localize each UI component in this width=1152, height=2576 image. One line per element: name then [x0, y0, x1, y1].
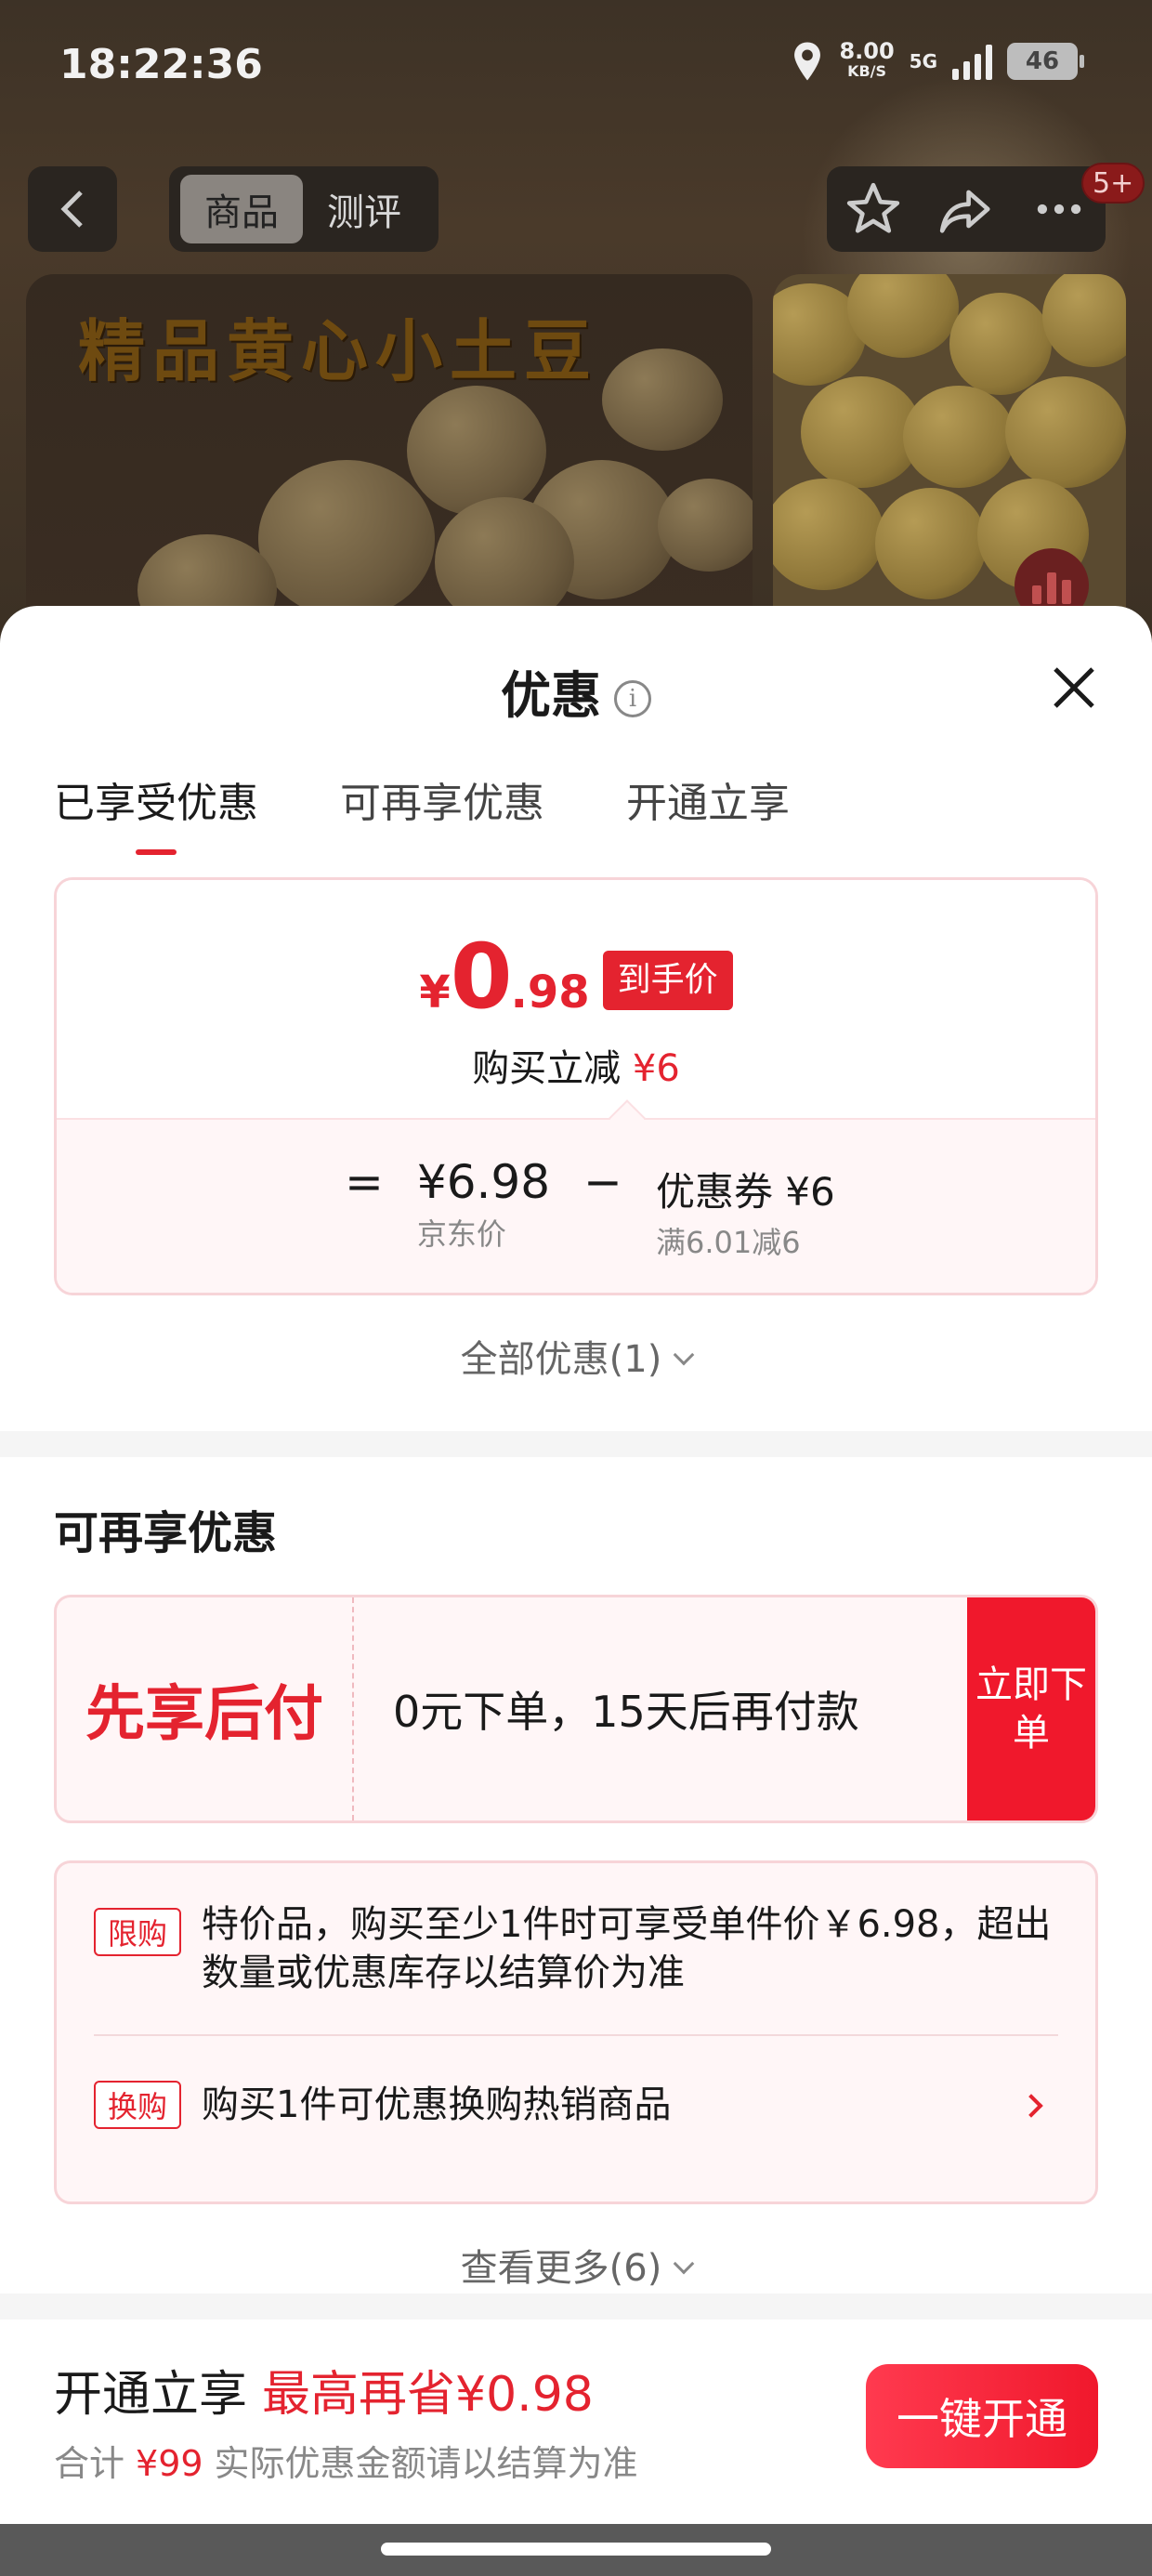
- tab-product[interactable]: 商品: [180, 175, 303, 243]
- status-bar: 18:22:36 8.00 KB/S 5G 46: [0, 0, 1152, 139]
- star-icon[interactable]: [844, 180, 902, 238]
- promo-list: 限购 特价品，购买至少1件时可享受单件价￥6.98，超出数量或优惠库存以结算价为…: [54, 1860, 1098, 2204]
- equals-sign: =: [345, 1155, 384, 1209]
- buy-now-pay-later-card: 先享后付 0元下单，15天后再付款 立即下单: [54, 1595, 1098, 1823]
- more-icon[interactable]: [1030, 180, 1088, 238]
- tab-activate[interactable]: 开通立享: [626, 769, 790, 844]
- see-more-toggle[interactable]: 查看更多(6): [0, 2238, 1152, 2292]
- footer-title: 开通立享 最高再省¥0.98: [54, 2367, 594, 2423]
- activate-footer: 开通立享 最高再省¥0.98 合计 ¥99 实际优惠金额请以结算为准 一键开通: [0, 2320, 1152, 2487]
- section-divider: [0, 1431, 1152, 1457]
- back-button[interactable]: [28, 166, 117, 252]
- tab-more-available[interactable]: 可再享优惠: [340, 769, 544, 844]
- product-tab-switch: 商品 测评: [169, 166, 439, 252]
- banner-title: 精品黄心小土豆: [78, 311, 599, 390]
- promo-tag-limit: 限购: [94, 1908, 181, 1956]
- home-indicator[interactable]: [0, 2524, 1152, 2576]
- share-icon[interactable]: [937, 180, 995, 238]
- final-price-summary: ¥0.98 到手价 购买立减 ¥6: [57, 880, 1095, 1118]
- more-discounts-title: 可再享优惠: [54, 1507, 278, 1559]
- chevron-right-icon: [1019, 2094, 1043, 2118]
- location-icon: [794, 42, 821, 81]
- bnpl-description: 0元下单，15天后再付款: [393, 1687, 859, 1737]
- chevron-down-icon: [674, 1344, 695, 1366]
- network-speed: 8.00 KB/S: [839, 38, 895, 80]
- jd-price: ¥6.98 京东价: [416, 1155, 551, 1252]
- status-icons: 8.00 KB/S 5G 46: [791, 38, 1084, 82]
- final-price: ¥0.98 到手价: [57, 925, 1095, 1029]
- tab-enjoyed[interactable]: 已享受优惠: [54, 769, 258, 855]
- discount-sheet: 优惠 i 已享受优惠 可再享优惠 开通立享 ¥0.98 到手价 购买立减 ¥6 = …: [0, 606, 1152, 2576]
- promo-exchange[interactable]: 换购 购买1件可优惠换购热销商品: [94, 2068, 1058, 2142]
- sheet-title: 优惠 i: [0, 654, 1152, 728]
- footer-subtitle: 合计 ¥99 实际优惠金额请以结算为准: [54, 2443, 638, 2484]
- section-divider: [0, 2293, 1152, 2320]
- product-image-main[interactable]: 精品黄心小土豆: [26, 274, 753, 627]
- network-type: 5G: [909, 50, 937, 72]
- coupon-amount: 优惠券 ¥6 满6.01减6: [655, 1169, 835, 1260]
- chevron-left-icon: [60, 191, 83, 228]
- close-icon[interactable]: [1048, 662, 1100, 714]
- tab-review[interactable]: 测评: [303, 175, 425, 243]
- discount-tabs: 已享受优惠 可再享优惠 开通立享: [54, 769, 790, 855]
- notification-badge: 5+: [1081, 163, 1145, 204]
- battery-icon: 46: [1007, 43, 1084, 80]
- promo-limit-text: 特价品，购买至少1件时可享受单件价￥6.98，超出数量或优惠库存以结算价为准: [202, 1903, 1052, 1994]
- minus-sign: −: [583, 1155, 622, 1209]
- promo-tag-exchange: 换购: [94, 2081, 181, 2129]
- bnpl-title: 先享后付: [57, 1597, 354, 1820]
- promo-limit: 限购 特价品，购买至少1件时可享受单件价￥6.98，超出数量或优惠库存以结算价为…: [94, 1900, 1058, 1997]
- final-price-tag: 到手价: [602, 951, 733, 1010]
- price-breakdown: = ¥6.98 京东价 − 优惠券 ¥6 满6.01减6: [57, 1099, 1095, 1293]
- final-price-card: ¥0.98 到手价 购买立减 ¥6 = ¥6.98 京东价 − 优惠券 ¥6 满6…: [54, 877, 1098, 1295]
- promo-exchange-text: 购买1件可优惠换购热销商品: [202, 2083, 672, 2126]
- activate-button[interactable]: 一键开通: [866, 2364, 1098, 2468]
- product-navbar: 商品 测评 5+: [0, 163, 1152, 256]
- status-time: 18:22:36: [59, 41, 263, 88]
- order-now-button[interactable]: 立即下单: [967, 1597, 1095, 1820]
- instant-reduce: 购买立减 ¥6: [472, 1047, 680, 1090]
- all-discounts-toggle[interactable]: 全部优惠(1): [0, 1329, 1152, 1383]
- chevron-down-icon: [674, 2253, 695, 2275]
- nav-actions: [827, 166, 1106, 252]
- signal-icon: [952, 43, 992, 80]
- info-icon[interactable]: i: [614, 680, 651, 718]
